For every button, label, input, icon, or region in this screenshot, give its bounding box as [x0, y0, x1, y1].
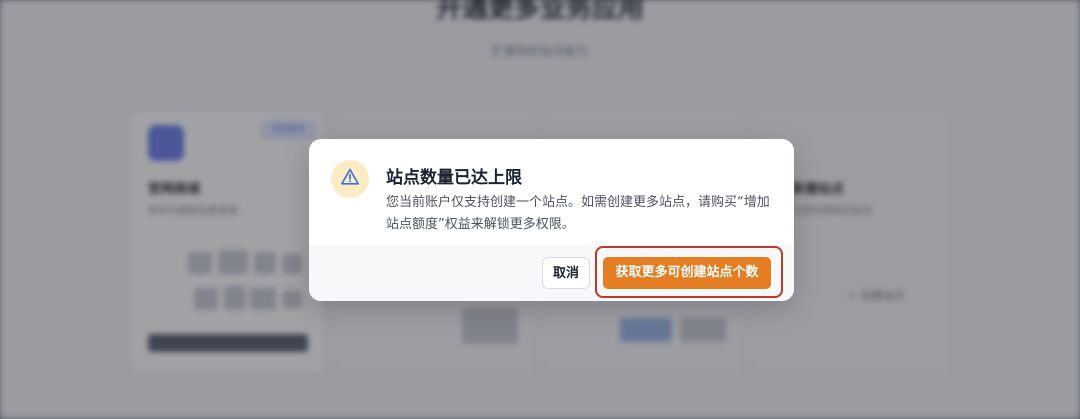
dialog-title: 站点数量已达上限	[386, 168, 522, 188]
limit-reached-dialog: 站点数量已达上限 您当前账户仅支持创建一个站点。如需创建更多站点，请购买“增加站…	[309, 139, 794, 301]
cancel-button[interactable]: 取消	[542, 257, 590, 289]
get-more-sites-button[interactable]: 获取更多可创建站点个数	[603, 257, 771, 289]
dialog-message: 您当前账户仅支持创建一个站点。如需创建更多站点，请购买“增加站点额度”权益来解锁…	[386, 195, 770, 232]
warning-icon-badge	[331, 160, 369, 198]
warning-icon	[340, 167, 360, 191]
